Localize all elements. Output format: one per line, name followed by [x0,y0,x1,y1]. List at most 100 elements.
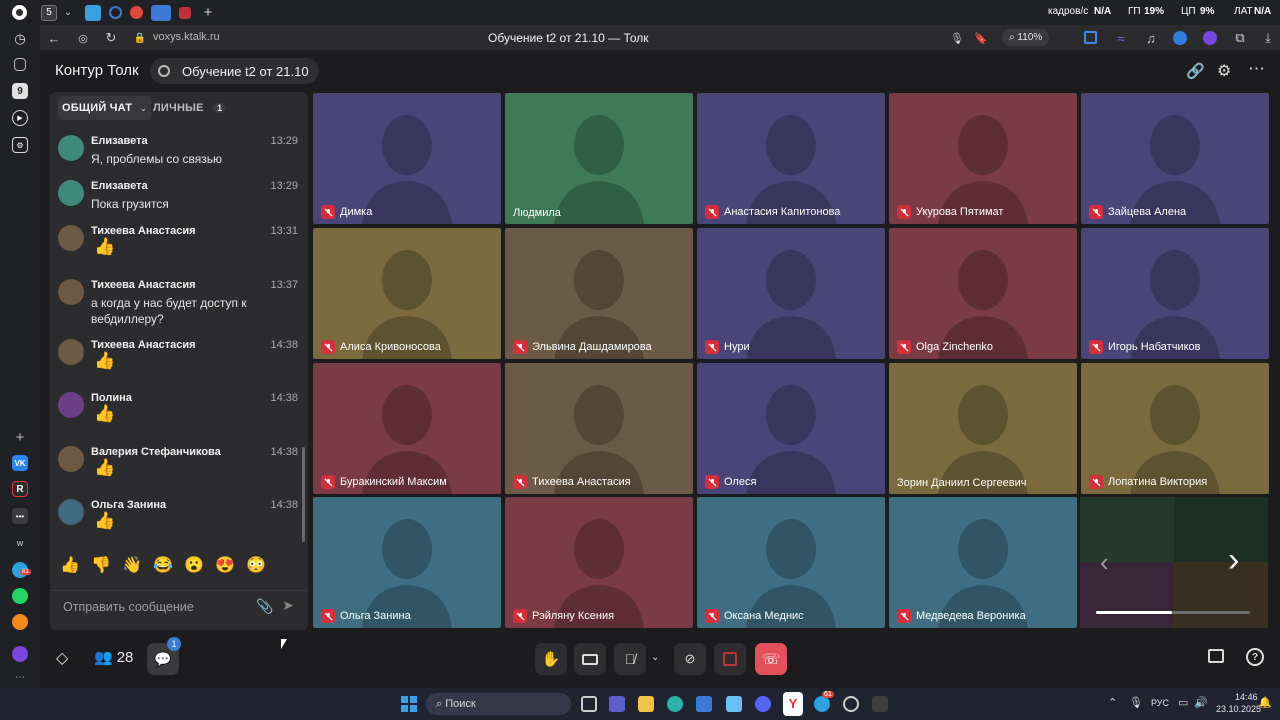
mic-options-chevron[interactable]: ⌄ [651,652,659,663]
play-icon[interactable]: ▶ [12,110,28,126]
reaction-laugh[interactable]: 😂 [153,555,184,575]
chat-scrollbar[interactable] [302,447,305,542]
participant-tile[interactable]: Нури [697,228,885,359]
mic-button[interactable]: 🎙̸ [614,643,646,675]
hang-up-button[interactable]: ☏ [755,643,787,675]
discord-icon[interactable] [755,696,771,712]
participant-tile[interactable]: Алиса Кривоносова [313,228,501,359]
participant-tile[interactable]: Людмила [505,93,693,224]
app-dots-icon[interactable] [872,696,888,712]
screen-share-button[interactable] [574,643,606,675]
bookmark-icon[interactable]: 🔖 [974,31,988,45]
edge-icon[interactable] [667,696,683,712]
reaction-thumbs-up[interactable]: 👍 [60,555,91,575]
protect-icon[interactable]: ◎ [76,31,90,45]
settings-panel-icon[interactable]: ⚙ [12,137,28,153]
brand-name[interactable]: Контур Толк [55,62,139,79]
participant-tile[interactable]: Olga Zinchenko [889,228,1077,359]
message-author[interactable]: Елизавета [91,135,148,147]
participant-tile[interactable]: Лопатина Виктория [1081,363,1269,494]
download-icon[interactable]: ⤓ [1261,30,1275,45]
record-button[interactable] [714,643,746,675]
avatar[interactable] [58,446,84,472]
store-icon[interactable] [696,696,712,712]
wavy-app-icon[interactable]: w [12,535,28,551]
tray-chevron-icon[interactable]: ⌃ [1108,696,1117,709]
avatar[interactable] [58,392,84,418]
meeting-title-chip[interactable]: Обучение t2 от 21.10 [150,58,319,84]
apps-icon[interactable]: ◇ [56,648,68,668]
avatar[interactable] [58,135,84,161]
tab-private[interactable]: ЛИЧНЫЕ 1 [153,96,227,120]
chrome-icon[interactable] [843,696,859,712]
tab-icon-circle[interactable] [109,6,122,19]
more-icon[interactable]: ⋯ [12,669,28,685]
layout-icon[interactable] [1208,649,1224,663]
participant-tile[interactable]: Буракинский Максим [313,363,501,494]
mic-indicator-icon[interactable]: 🎙 [950,31,964,45]
raise-hand-button[interactable]: ✋ [535,643,567,675]
chevron-left-icon[interactable]: ‹ [1100,547,1109,578]
tab-counter[interactable]: 5 [41,4,57,21]
teams-icon[interactable] [609,696,625,712]
tab-icon-record[interactable] [130,6,143,19]
tab-general-chat[interactable]: ОБЩИЙ ЧАТ ⌄ [58,96,152,120]
volume-icon[interactable]: 🔊 [1194,696,1208,709]
chevron-down-icon[interactable]: ⌄ [61,6,75,20]
message-author[interactable]: Полина [91,392,132,404]
extension-blue-icon[interactable] [1173,31,1187,45]
settings-icon[interactable]: ⚙ [1217,61,1231,81]
dots-app-icon[interactable]: ••• [12,508,28,524]
participant-tile[interactable]: Эльвина Дашдамирова [505,228,693,359]
browser-logo-icon[interactable] [12,5,27,20]
translate-icon[interactable]: ≈ [1114,31,1128,46]
zoom-chip[interactable]: ⌕ 110% [1002,29,1050,46]
message-author[interactable]: Тихеева Анастасия [91,279,196,291]
link-icon[interactable]: 🔗 [1186,62,1205,80]
history-icon[interactable]: ◷ [12,31,28,47]
new-tab-button[interactable]: + [201,4,215,21]
notifications-icon[interactable]: 🔔 [1258,696,1272,709]
reaction-love[interactable]: 😍 [215,555,246,575]
reaction-wave[interactable]: 👋 [122,555,153,575]
extension-purple-icon[interactable] [1203,31,1217,45]
avatar[interactable] [58,279,84,305]
collections-icon[interactable] [14,58,26,71]
avatar[interactable] [58,180,84,206]
ok-icon[interactable] [12,614,28,630]
tray-mic-icon[interactable]: 🎙 [1129,696,1143,709]
participant-tile[interactable]: Тихеева Анастасия [505,363,693,494]
participant-tile[interactable]: Рэйляну Ксения [505,497,693,628]
participant-tile[interactable]: Зорин Даниил Сергеевич [889,363,1077,494]
message-author[interactable]: Ольга Занина [91,499,166,511]
explorer-icon[interactable] [638,696,654,712]
whatsapp-icon[interactable] [12,588,28,604]
message-author[interactable]: Тихеева Анастасия [91,339,196,351]
participant-tile[interactable]: Димка [313,93,501,224]
participant-tile[interactable]: Зайцева Алена [1081,93,1269,224]
clock-date[interactable]: 23.10.2025 [1216,704,1261,714]
tab-icon-ktalk-active[interactable] [151,4,171,21]
more-options-icon[interactable]: ⋯ [1248,59,1265,79]
back-icon[interactable]: ← [47,31,61,46]
avatar[interactable] [58,499,84,525]
alice-icon[interactable] [12,646,28,662]
telegram-taskbar-icon[interactable]: 61 [814,691,834,712]
yandex-browser-icon[interactable]: Y [783,692,803,716]
participant-tile[interactable]: Анастасия Капитонова [697,93,885,224]
telegram-icon[interactable]: 61 [12,562,31,578]
participants-button[interactable]: 👥 28 [94,648,133,667]
send-icon[interactable]: ➤ [282,597,294,614]
message-author[interactable]: Тихеева Анастасия [91,225,196,237]
network-icon[interactable]: ▭ [1178,696,1188,709]
add-panel-icon[interactable]: + [12,429,28,446]
participant-tile[interactable]: Медведева Вероника [889,497,1077,628]
participant-tile[interactable]: Олеся [697,363,885,494]
attach-icon[interactable]: 📎 [256,598,273,615]
avatar[interactable] [58,225,84,251]
reload-icon[interactable]: ↻ [104,30,118,45]
message-input[interactable]: Отправить сообщение [63,600,194,614]
participant-tile[interactable]: Ольга Занина [313,497,501,628]
message-author[interactable]: Валерия Стефанчикова [91,446,221,458]
tab-icon-shield[interactable] [179,6,191,19]
